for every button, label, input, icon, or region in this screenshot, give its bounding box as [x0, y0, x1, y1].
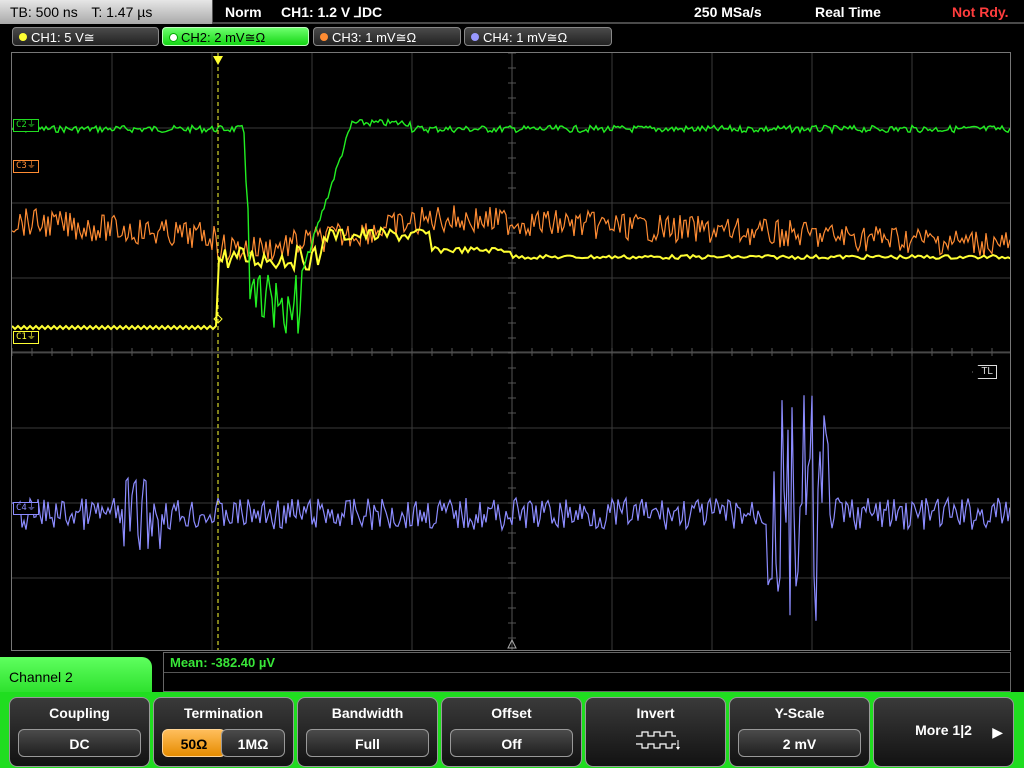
termination-1mohm-button[interactable]: 1MΩ [221, 729, 285, 757]
termination-softkey[interactable]: Termination 50Ω 1MΩ [153, 697, 294, 767]
sample-rate: 250 MSa/s [694, 4, 762, 20]
status-bar: TB: 500 ns T: 1.47 µs Norm CH1: 1.2 V ⅃D… [0, 0, 1024, 24]
timebase-value: TB: 500 ns [10, 4, 78, 20]
ch3-ground-marker[interactable]: C3⏚ [13, 160, 39, 173]
bandwidth-value-button[interactable]: Full [306, 729, 429, 757]
offset-value-button[interactable]: Off [450, 729, 573, 757]
ch2-color-dot [169, 33, 178, 42]
ch2-trace [12, 117, 1010, 334]
status-divider [213, 22, 1024, 24]
waveform-plot [12, 53, 1010, 650]
ready-status: Not Rdy. [952, 4, 1009, 20]
offset-softkey[interactable]: Offset Off [441, 697, 582, 767]
timebase-box[interactable]: TB: 500 ns T: 1.47 µs [0, 0, 213, 24]
tab-ch3-label: CH3: 1 mV≅Ω [332, 30, 417, 45]
tab-ch3[interactable]: CH3: 1 mV≅Ω [313, 27, 461, 46]
trigger-mode[interactable]: Norm [225, 0, 262, 24]
ch1-color-dot [19, 33, 27, 41]
invert-label: Invert [636, 705, 675, 721]
coupling-softkey[interactable]: Coupling DC [9, 697, 150, 767]
ch1-ground-marker[interactable]: C1⏚ [13, 331, 39, 344]
tab-ch4[interactable]: CH4: 1 mV≅Ω [464, 27, 612, 46]
waveform-display[interactable]: C2⏚ C3⏚ C1⏚ C4⏚ TL [11, 52, 1011, 651]
measurement-divider [164, 672, 1010, 673]
ch4-trace [12, 395, 1010, 621]
yscale-softkey[interactable]: Y-Scale 2 mV [729, 697, 870, 767]
tab-ch2-label: CH2: 2 mV≅Ω [181, 30, 266, 45]
acquisition-mode: Real Time [815, 4, 881, 20]
invert-waveform-icon [636, 731, 680, 750]
termination-label: Termination [183, 705, 264, 721]
graticule [12, 53, 1010, 650]
tab-ch1[interactable]: CH1: 5 V≅ [12, 27, 159, 46]
offset-label: Offset [491, 705, 532, 721]
tab-ch4-label: CH4: 1 mV≅Ω [483, 30, 568, 45]
coupling-value-button[interactable]: DC [18, 729, 141, 757]
trigger-position-icon[interactable] [213, 56, 223, 65]
more-softkey[interactable]: More 1|2 ▶ [873, 697, 1014, 767]
yscale-value-button[interactable]: 2 mV [738, 729, 861, 757]
trigger-position-value: T: 1.47 µs [91, 4, 153, 20]
trigger-source[interactable]: CH1: 1.2 V ⅃DC [281, 0, 382, 24]
measurement-panel: Mean: -382.40 µV [163, 652, 1011, 692]
coupling-label: Coupling [49, 705, 110, 721]
channel-menu-title: Channel 2 [9, 669, 73, 685]
ch4-ground-marker[interactable]: C4⏚ [13, 502, 39, 515]
yscale-label: Y-Scale [774, 705, 825, 721]
ch3-color-dot [320, 33, 328, 41]
right-arrow-icon: ▶ [992, 724, 1003, 740]
bandwidth-label: Bandwidth [331, 705, 404, 721]
mean-measurement: Mean: -382.40 µV [170, 655, 276, 670]
channel-tabs: CH1: 5 V≅ CH2: 2 mV≅Ω CH3: 1 mV≅Ω CH4: 1… [0, 26, 1024, 48]
invert-softkey[interactable]: Invert [585, 697, 726, 767]
bandwidth-softkey[interactable]: Bandwidth Full [297, 697, 438, 767]
ch2-ground-marker[interactable]: C2⏚ [13, 119, 39, 132]
ch4-color-dot [471, 33, 479, 41]
tab-ch1-label: CH1: 5 V≅ [31, 30, 95, 45]
tab-ch2[interactable]: CH2: 2 mV≅Ω [162, 27, 309, 46]
termination-50ohm-button[interactable]: 50Ω [162, 729, 226, 757]
